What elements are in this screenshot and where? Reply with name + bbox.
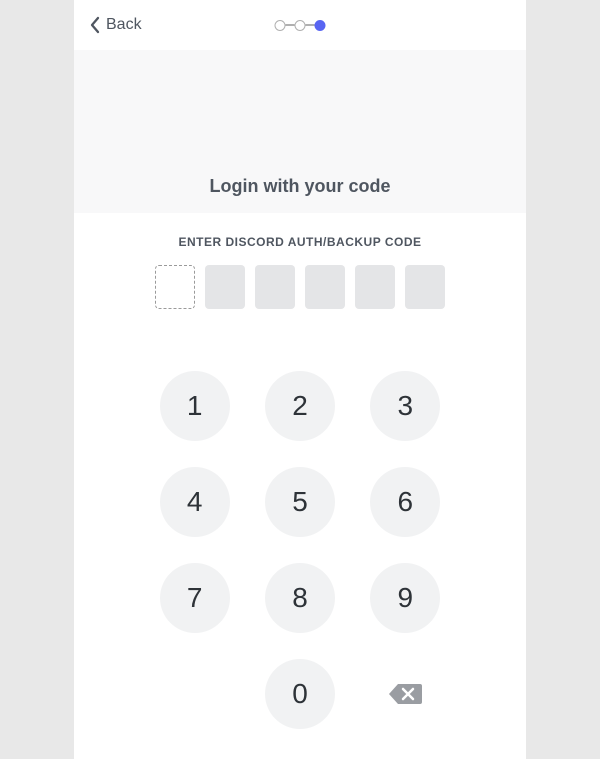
code-box-2[interactable] xyxy=(205,265,245,309)
title-section: Login with your code xyxy=(74,176,526,213)
progress-indicator xyxy=(275,20,326,31)
backspace-icon xyxy=(388,682,422,706)
progress-dot-2 xyxy=(295,20,306,31)
code-entry-label: ENTER DISCORD AUTH/BACKUP CODE xyxy=(74,235,526,249)
keypad-key-8[interactable]: 8 xyxy=(265,563,335,633)
keypad-section: 1 2 3 4 5 6 7 8 9 0 xyxy=(74,331,526,759)
code-box-3[interactable] xyxy=(255,265,295,309)
progress-connector xyxy=(286,24,295,26)
keypad-backspace[interactable] xyxy=(370,659,440,729)
app-container: Back Login with your code ENTER DISCORD … xyxy=(74,0,526,759)
page-title: Login with your code xyxy=(74,176,526,197)
keypad-key-2[interactable]: 2 xyxy=(265,371,335,441)
keypad-key-3[interactable]: 3 xyxy=(370,371,440,441)
back-button[interactable]: Back xyxy=(88,16,142,34)
code-box-5[interactable] xyxy=(355,265,395,309)
code-box-4[interactable] xyxy=(305,265,345,309)
progress-dot-1 xyxy=(275,20,286,31)
code-box-1[interactable] xyxy=(155,265,195,309)
keypad-key-5[interactable]: 5 xyxy=(265,467,335,537)
keypad-key-4[interactable]: 4 xyxy=(160,467,230,537)
keypad-key-6[interactable]: 6 xyxy=(370,467,440,537)
back-label: Back xyxy=(106,16,142,34)
code-boxes xyxy=(74,265,526,309)
chevron-left-icon xyxy=(88,16,102,34)
progress-connector xyxy=(306,24,315,26)
code-entry-section: ENTER DISCORD AUTH/BACKUP CODE xyxy=(74,213,526,331)
keypad: 1 2 3 4 5 6 7 8 9 0 xyxy=(155,371,445,729)
spacer xyxy=(74,50,526,176)
progress-dot-3 xyxy=(315,20,326,31)
keypad-key-1[interactable]: 1 xyxy=(160,371,230,441)
code-box-6[interactable] xyxy=(405,265,445,309)
keypad-key-7[interactable]: 7 xyxy=(160,563,230,633)
keypad-key-0[interactable]: 0 xyxy=(265,659,335,729)
header-bar: Back xyxy=(74,0,526,50)
keypad-key-9[interactable]: 9 xyxy=(370,563,440,633)
